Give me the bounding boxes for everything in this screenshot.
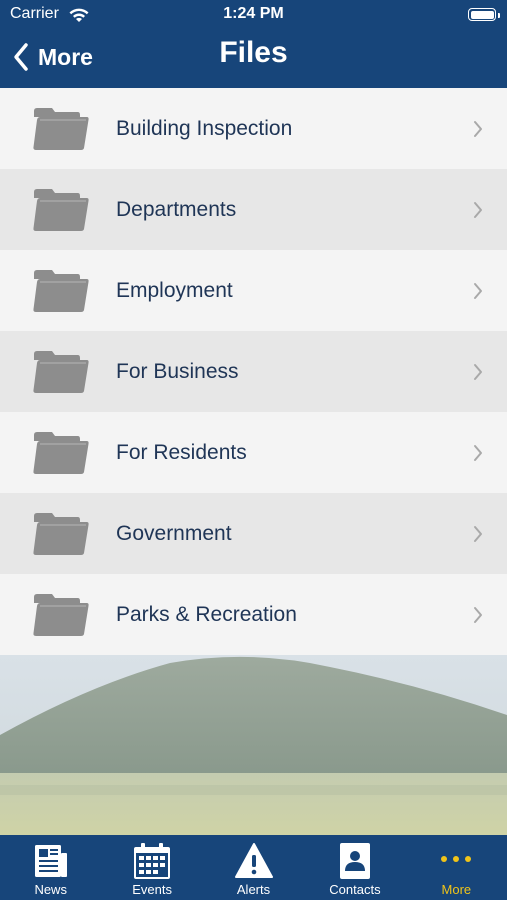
chevron-right-icon <box>474 120 482 137</box>
background-photo <box>0 655 507 835</box>
tab-alerts[interactable]: Alerts <box>203 835 304 900</box>
list-item[interactable]: Government <box>0 493 507 574</box>
chevron-right-icon <box>474 363 482 380</box>
tab-contacts-label: Contacts <box>329 882 381 897</box>
folder-icon <box>33 351 89 393</box>
file-folder-label: Departments <box>116 197 237 221</box>
tab-news-label: News <box>34 882 67 897</box>
chevron-right-icon <box>474 201 482 218</box>
calendar-icon <box>134 843 171 879</box>
folder-icon <box>33 594 89 636</box>
list-item[interactable]: Building Inspection <box>0 88 507 169</box>
chevron-right-icon <box>474 282 482 299</box>
list-item[interactable]: Departments <box>0 169 507 250</box>
folder-icon <box>33 513 89 555</box>
clock: 1:24 PM <box>223 5 284 22</box>
chevron-right-icon <box>474 525 482 542</box>
contact-card-icon <box>339 843 370 879</box>
tab-news[interactable]: News <box>0 835 101 900</box>
status-bar: Carrier 1:24 PM <box>0 5 507 27</box>
battery-icon <box>468 8 496 21</box>
folder-icon <box>33 108 89 150</box>
page-title: Files <box>219 36 288 69</box>
tab-more[interactable]: More <box>406 835 507 900</box>
file-folder-label: Employment <box>116 278 233 302</box>
file-folder-label: Government <box>116 521 232 545</box>
newspaper-icon <box>34 845 67 877</box>
battery-tip <box>498 13 500 18</box>
list-item[interactable]: For Residents <box>0 412 507 493</box>
tab-events-label: Events <box>132 882 172 897</box>
chevron-right-icon <box>474 444 482 461</box>
file-folder-label: For Residents <box>116 440 247 464</box>
warning-icon <box>234 843 273 878</box>
tab-alerts-label: Alerts <box>236 882 271 897</box>
file-folder-label: Parks & Recreation <box>116 602 297 626</box>
folder-icon <box>33 189 89 231</box>
tab-events[interactable]: Events <box>101 835 202 900</box>
tab-more-label: More <box>441 882 472 897</box>
header: Carrier 1:24 PM More Files <box>0 0 507 88</box>
chevron-right-icon <box>474 606 482 623</box>
tab-contacts[interactable]: Contacts <box>304 835 405 900</box>
list-item[interactable]: For Business <box>0 331 507 412</box>
folder-icon <box>33 432 89 474</box>
file-folder-label: For Business <box>116 359 239 383</box>
tab-bar: News Events Alerts Contacts More <box>0 835 507 900</box>
folder-icon <box>33 270 89 312</box>
list-item[interactable]: Employment <box>0 250 507 331</box>
more-dots-icon <box>441 856 472 862</box>
files-list: Building Inspection Departments Employme… <box>0 88 507 655</box>
list-item[interactable]: Parks & Recreation <box>0 574 507 655</box>
file-folder-label: Building Inspection <box>116 116 293 140</box>
